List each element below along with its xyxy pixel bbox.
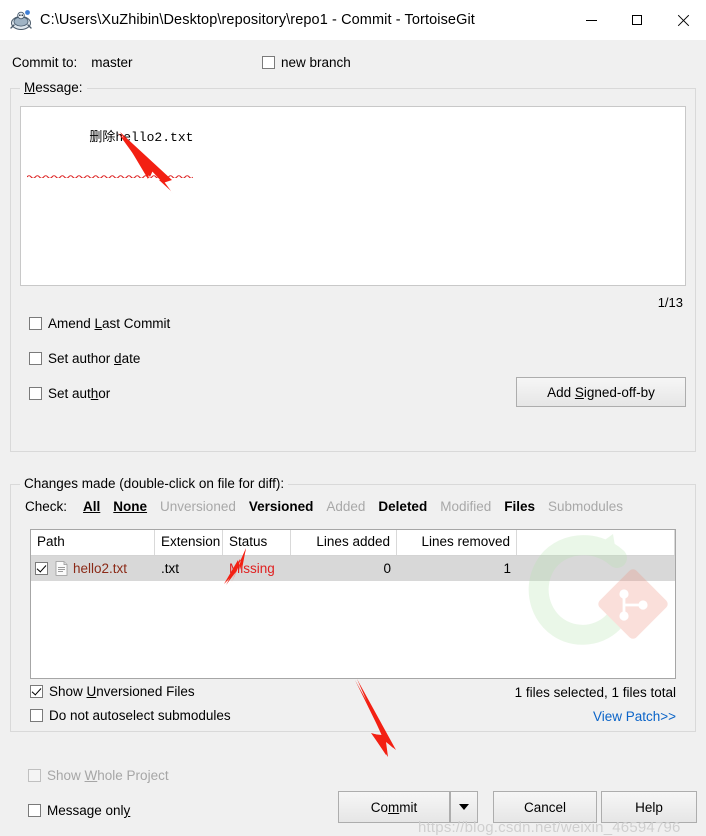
- filter-files[interactable]: Files: [504, 499, 535, 514]
- do-not-autoselect-submodules-checkbox[interactable]: Do not autoselect submodules: [30, 708, 231, 723]
- title-bar: C:\Users\XuZhibin\Desktop\repository\rep…: [0, 0, 706, 40]
- message-group: Message: 删除hello2.txt 1/13 Amend Last Co…: [10, 80, 696, 452]
- message-line-counter: 1/13: [657, 295, 683, 310]
- dialog-client-area: Commit to: master new branch Message: 删除…: [0, 40, 706, 836]
- amend-last-commit-checkbox[interactable]: Amend Last Commit: [29, 316, 170, 331]
- set-author-label: Set author: [48, 386, 111, 401]
- row-file-name: hello2.txt: [73, 561, 128, 576]
- row-lines-removed-cell: 1: [503, 561, 511, 576]
- amend-last-commit-label: Amend Last Commit: [48, 316, 171, 331]
- filter-all[interactable]: All: [83, 499, 100, 514]
- amend-last-commit-checkbox-box[interactable]: [29, 317, 42, 330]
- show-unversioned-files-checkbox-box[interactable]: [30, 685, 43, 698]
- do-not-autoselect-submodules-label: Do not autoselect submodules: [49, 708, 231, 723]
- row-extension-cell: .txt: [161, 561, 180, 576]
- show-unversioned-files-checkbox[interactable]: Show Unversioned Files: [30, 684, 195, 699]
- window-controls: [568, 0, 706, 40]
- cancel-button[interactable]: Cancel: [493, 791, 597, 823]
- filter-submodules: Submodules: [548, 499, 624, 514]
- column-header-lines-removed[interactable]: Lines removed: [397, 530, 517, 555]
- set-author-date-checkbox[interactable]: Set author date: [29, 351, 140, 366]
- show-whole-project-label: Show Whole Project: [47, 768, 169, 783]
- new-branch-checkbox-box[interactable]: [262, 56, 275, 69]
- list-header-row: Path Extension Status Lines added Lines …: [31, 530, 675, 556]
- commit-message-value: 删除hello2.txt: [89, 130, 194, 145]
- commit-to-label: Commit to:: [12, 55, 78, 70]
- new-branch-checkbox[interactable]: new branch: [262, 55, 351, 70]
- view-patch-link[interactable]: View Patch>>: [593, 709, 676, 724]
- message-group-title-rest: essage:: [35, 80, 83, 95]
- set-author-date-label: Set author date: [48, 351, 141, 366]
- changes-made-group: Changes made (double-click on file for d…: [10, 476, 696, 732]
- row-path-cell[interactable]: hello2.txt: [31, 556, 155, 581]
- filter-modified: Modified: [440, 499, 492, 514]
- chevron-down-icon: [459, 804, 469, 810]
- commit-message-input[interactable]: 删除hello2.txt: [20, 106, 686, 286]
- filter-unversioned: Unversioned: [160, 499, 236, 514]
- commit-button-label: Commit: [370, 799, 418, 815]
- files-count-status: 1 files selected, 1 files total: [514, 685, 676, 700]
- new-branch-label: new branch: [281, 55, 351, 70]
- show-whole-project-checkbox: Show Whole Project: [28, 768, 169, 783]
- set-author-date-checkbox-box[interactable]: [29, 352, 42, 365]
- row-status-cell: Missing: [229, 561, 275, 576]
- commit-message-text: 删除hello2.txt: [27, 111, 194, 178]
- set-author-checkbox-box[interactable]: [29, 387, 42, 400]
- column-header-lines-added[interactable]: Lines added: [291, 530, 397, 555]
- message-group-title: Message:: [20, 80, 87, 95]
- filter-none[interactable]: None: [113, 499, 147, 514]
- set-author-checkbox[interactable]: Set author: [29, 386, 110, 401]
- message-only-label: Message only: [47, 803, 131, 818]
- column-header-path[interactable]: Path: [31, 530, 155, 555]
- show-whole-project-checkbox-box: [28, 769, 41, 782]
- cancel-button-label: Cancel: [523, 799, 567, 815]
- maximize-button[interactable]: [614, 0, 660, 40]
- filter-versioned[interactable]: Versioned: [249, 499, 314, 514]
- column-header-filler: [517, 530, 675, 555]
- changed-files-list[interactable]: Path Extension Status Lines added Lines …: [30, 529, 676, 679]
- help-button-label: Help: [635, 799, 663, 815]
- row-lines-added-cell: 0: [383, 561, 391, 576]
- check-filter-row: Check: All None Unversioned Versioned Ad…: [25, 499, 636, 514]
- current-branch-value: master: [91, 55, 133, 70]
- filter-added: Added: [326, 499, 366, 514]
- show-unversioned-files-label: Show Unversioned Files: [49, 684, 195, 699]
- filter-deleted[interactable]: Deleted: [378, 499, 427, 514]
- commit-button[interactable]: Commit: [338, 791, 450, 823]
- check-label: Check:: [25, 499, 68, 514]
- changes-made-group-title: Changes made (double-click on file for d…: [20, 476, 289, 491]
- text-file-icon: [55, 561, 68, 576]
- window-title: C:\Users\XuZhibin\Desktop\repository\rep…: [40, 12, 475, 28]
- help-button[interactable]: Help: [601, 791, 697, 823]
- spellcheck-underline-icon: [27, 175, 194, 178]
- message-only-checkbox-box[interactable]: [28, 804, 41, 817]
- row-filler-cell: [517, 556, 675, 581]
- column-header-extension[interactable]: Extension: [155, 530, 223, 555]
- tortoisegit-turtle-icon: [8, 7, 34, 33]
- commit-dropdown-button[interactable]: [450, 791, 478, 823]
- close-button[interactable]: [660, 0, 706, 40]
- minimize-button[interactable]: [568, 0, 614, 40]
- commit-to-row: Commit to: master: [12, 55, 133, 70]
- add-signed-off-by-label: Add Signed-off-by: [547, 384, 655, 400]
- table-row[interactable]: hello2.txt .txt Missing 0 1: [31, 556, 675, 581]
- message-only-checkbox[interactable]: Message only: [28, 803, 130, 818]
- do-not-autoselect-submodules-checkbox-box[interactable]: [30, 709, 43, 722]
- row-checkbox[interactable]: [35, 562, 48, 575]
- add-signed-off-by-button[interactable]: Add Signed-off-by: [516, 377, 686, 407]
- column-header-status[interactable]: Status: [223, 530, 291, 555]
